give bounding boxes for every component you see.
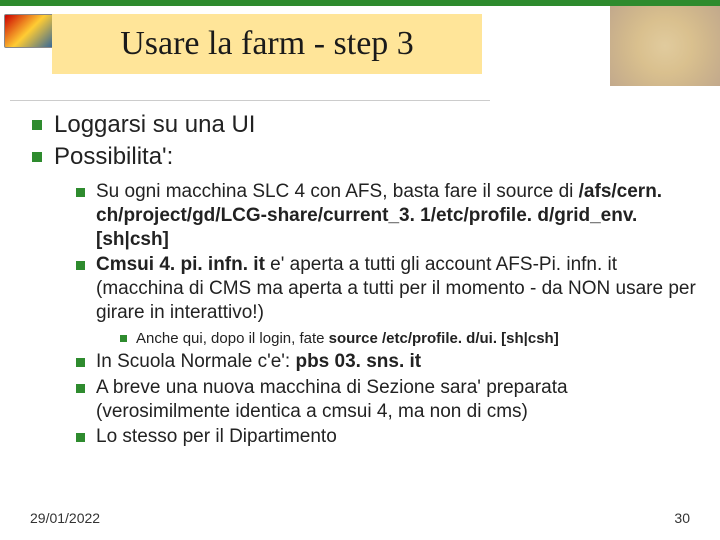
bullet-l2-cmsui4: Cmsui 4. pi. infn. it e' aperta a tutti …: [74, 253, 700, 348]
slide-body: Loggarsi su una UI Possibilita': Su ogni…: [30, 110, 700, 451]
bullet-l1-login: Loggarsi su una UI: [30, 110, 700, 140]
cms-logo: [4, 14, 54, 48]
bullet-l3-source: Anche qui, dopo il login, fate source /e…: [118, 329, 700, 349]
title-underline: [10, 100, 490, 101]
bullet-l1-possibilita: Possibilita': Su ogni macchina SLC 4 con…: [30, 142, 700, 449]
decorative-corner-image: [610, 6, 720, 86]
bullet-l2-sns-host: pbs 03. sns. it: [295, 351, 421, 372]
footer-page-number: 30: [674, 510, 690, 526]
top-accent-bar: [0, 0, 720, 6]
bullet-l3-source-pre: Anche qui, dopo il login, fate: [136, 330, 329, 347]
bullet-l2-slc4: Su ogni macchina SLC 4 con AFS, basta fa…: [74, 180, 700, 251]
bullet-l2-sezione: A breve una nuova macchina di Sezione sa…: [74, 376, 700, 424]
bullet-l3-source-cmd: source /etc/profile. d/ui. [sh|csh]: [329, 330, 559, 347]
slide-title: Usare la farm - step 3: [120, 25, 414, 63]
bullet-l2-sns: In Scuola Normale c'e': pbs 03. sns. it: [74, 350, 700, 374]
bullet-l2-cmsui4-host: Cmsui 4. pi. infn. it: [96, 254, 265, 275]
title-container: Usare la farm - step 3: [52, 14, 482, 74]
bullet-l2-sns-pre: In Scuola Normale c'e':: [96, 351, 295, 372]
bullet-l2-dipartimento: Lo stesso per il Dipartimento: [74, 425, 700, 449]
bullet-l1-possibilita-label: Possibilita':: [54, 143, 173, 170]
bullet-l2-slc4-pre: Su ogni macchina SLC 4 con AFS, basta fa…: [96, 181, 579, 202]
footer-date: 29/01/2022: [30, 510, 100, 526]
slide-footer: 29/01/2022 30: [30, 510, 690, 526]
